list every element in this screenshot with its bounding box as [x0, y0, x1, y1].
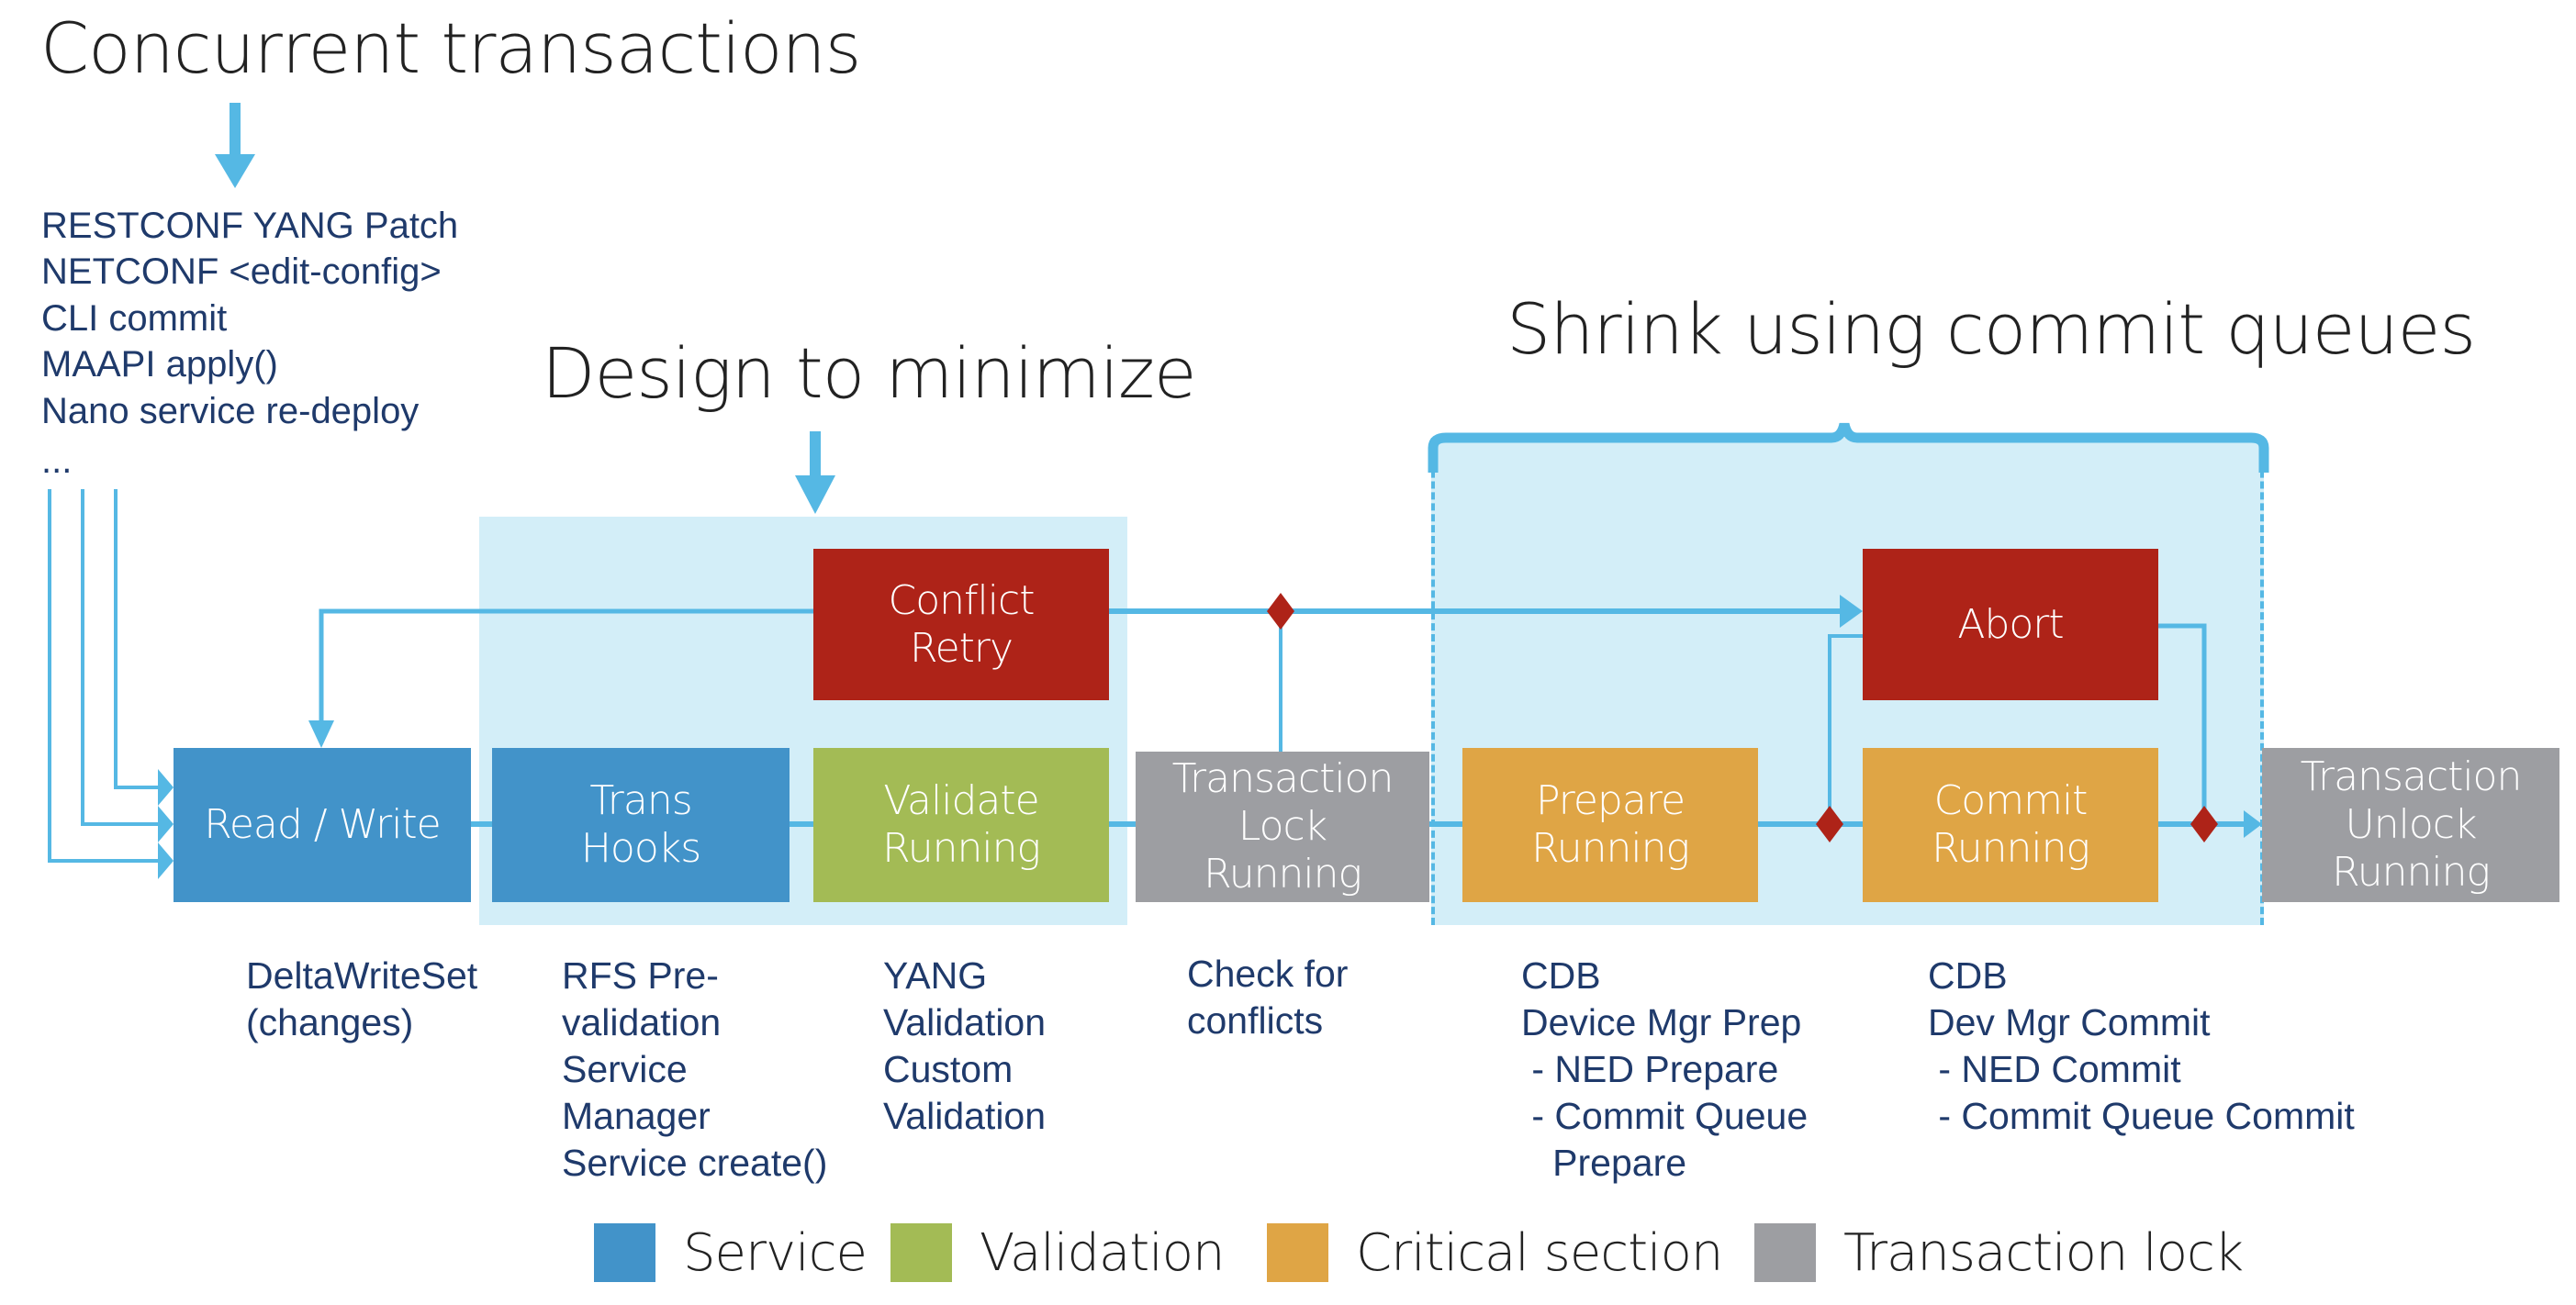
legend-swatch-service: [594, 1223, 655, 1282]
note-item: Service Manager Service create(): [510, 1046, 827, 1187]
legend-critical-section: Critical section: [1267, 1222, 1723, 1283]
box-conflict-retry: Conflict Retry: [813, 549, 1109, 700]
box-read-write: Read / Write: [174, 748, 471, 902]
notes-prepare: CDB Device Mgr Prep - NED Prepare - Comm…: [1470, 953, 1808, 1187]
legend-validation: Validation: [890, 1222, 1226, 1283]
note-item: Check for conflicts: [1136, 951, 1348, 1044]
note-text: Device Mgr Prep - NED Prepare - Commit Q…: [1521, 1001, 1809, 1184]
arrow-design-down: [795, 431, 835, 514]
retry-arrow: [308, 720, 334, 748]
legend-swatch-lock: [1754, 1223, 1816, 1282]
note-text: Dev Mgr Commit - NED Commit - Commit Que…: [1928, 1001, 2355, 1137]
note-item: CDB: [1470, 953, 1808, 999]
legend-label: Transaction lock: [1843, 1222, 2244, 1283]
note-text: YANG Validation: [883, 954, 1047, 1043]
box-trans-hooks: Trans Hooks: [492, 748, 790, 902]
notes-read-write: DeltaWriteSet (changes): [195, 953, 477, 1046]
legend-service: Service: [594, 1222, 868, 1283]
decision-diamond-prepare: [1816, 806, 1843, 842]
legend-label: Service: [683, 1222, 868, 1283]
box-transaction-lock: Transaction Lock Running: [1136, 752, 1429, 902]
legend-label: Validation: [980, 1222, 1226, 1283]
conflict-retry-loop: [319, 608, 813, 725]
abort-arrow: [1840, 595, 1863, 628]
arrow-concurrent-down: [215, 103, 255, 188]
input-arrow-3: [158, 842, 174, 879]
notes-commit: CDB Dev Mgr Commit - NED Commit - Commit…: [1876, 953, 2355, 1140]
decision-diamond-lock: [1267, 593, 1294, 630]
box-commit-running: Commit Running: [1863, 748, 2158, 902]
note-item: Device Mgr Prep - NED Prepare - Commit Q…: [1470, 999, 1808, 1187]
note-item: YANG Validation: [832, 953, 1046, 1046]
legend-transaction-lock: Transaction lock: [1754, 1222, 2244, 1283]
shrink-brace: [1428, 422, 2269, 473]
note-text: Custom Validation: [883, 1048, 1047, 1137]
legend-swatch-validation: [890, 1223, 952, 1282]
note-item: RFS Pre- validation: [510, 953, 827, 1046]
unlock-arrow: [2244, 810, 2262, 838]
notes-validate: YANG Validation Custom Validation: [832, 953, 1046, 1140]
note-text: Service Manager Service create(): [562, 1048, 828, 1184]
box-abort: Abort: [1863, 549, 2158, 700]
note-text: CDB: [1928, 954, 2008, 997]
note-text: RFS Pre- validation: [562, 954, 722, 1043]
legend-swatch-critical: [1267, 1223, 1328, 1282]
note-text: Check for conflicts: [1187, 953, 1349, 1042]
note-text: DeltaWriteSet (changes): [246, 954, 478, 1043]
prepare-abort-line: [1828, 634, 1863, 824]
note-text: CDB: [1521, 954, 1601, 997]
note-item: DeltaWriteSet (changes): [195, 953, 477, 1046]
note-item: Custom Validation: [832, 1046, 1046, 1140]
box-transaction-unlock: Transaction Unlock Running: [2262, 748, 2559, 902]
decision-diamond-commit: [2190, 806, 2218, 842]
abort-unlock-line: [2158, 623, 2207, 824]
input-arrow-2: [158, 806, 174, 842]
box-prepare-running: Prepare Running: [1462, 748, 1758, 902]
note-item: CDB: [1876, 953, 2355, 999]
legend-label: Critical section: [1356, 1222, 1723, 1283]
input-lines: [48, 489, 158, 863]
input-arrow-1: [158, 769, 174, 806]
notes-trans-hooks: RFS Pre- validation Service Manager Serv…: [510, 953, 827, 1187]
note-item: Dev Mgr Commit - NED Commit - Commit Que…: [1876, 999, 2355, 1140]
box-validate-running: Validate Running: [813, 748, 1109, 902]
notes-lock: Check for conflicts: [1136, 951, 1348, 1044]
